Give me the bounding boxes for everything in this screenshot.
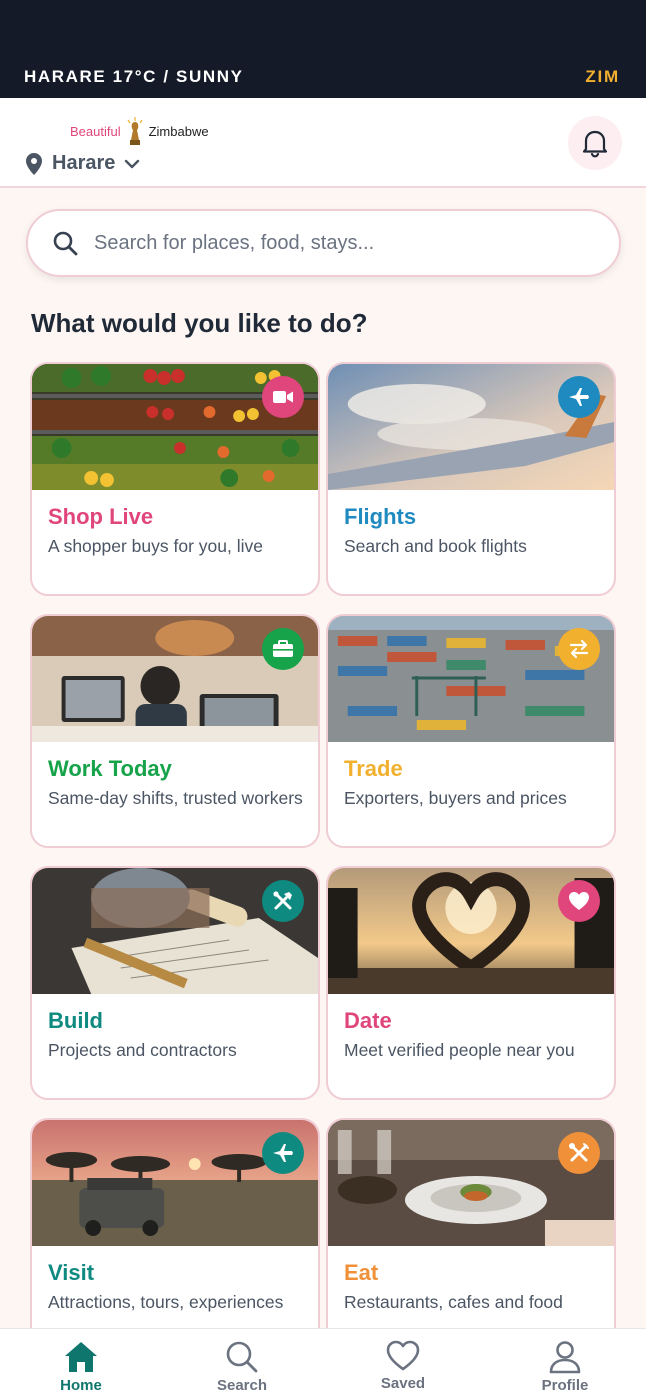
brand-logo: Beautiful Zimbabwe [70, 112, 209, 150]
card-date[interactable]: Date Meet verified people near you [326, 866, 616, 1100]
exchange-icon [569, 639, 589, 659]
card-description: Same-day shifts, trusted workers [48, 788, 303, 808]
card-title: Eat [344, 1260, 379, 1285]
card-description: Projects and contractors [48, 1040, 237, 1060]
card-title: Flights [344, 504, 417, 529]
card-description: A shopper buys for you, live [48, 536, 263, 556]
search-input[interactable]: Search for places, food, stays... [94, 232, 374, 255]
tools-icon [273, 891, 292, 910]
category-grid: Shop Live A shopper buys for you, live F… [30, 362, 616, 1328]
card-description: Exporters, buyers and prices [344, 788, 567, 808]
utensils-badge [558, 1132, 600, 1174]
card-title: Trade [344, 756, 403, 781]
location-selector[interactable]: Harare [26, 152, 140, 175]
search-bar[interactable]: Search for places, food, stays... [26, 209, 621, 277]
heart-outline-icon [386, 1340, 420, 1371]
status-bar: HARARE 17°C / SUNNY ZIM [0, 0, 646, 98]
heart-badge [558, 880, 600, 922]
card-eat[interactable]: Eat Restaurants, cafes and food [326, 1118, 616, 1328]
bottom-nav: Home Search Saved Profile [0, 1328, 646, 1400]
tools-badge [262, 880, 304, 922]
card-trade[interactable]: Trade Exporters, buyers and prices [326, 614, 616, 848]
nav-profile[interactable]: Profile [505, 1329, 625, 1400]
user-icon [549, 1341, 581, 1374]
nav-label: Profile [541, 1377, 589, 1394]
card-title: Date [344, 1008, 392, 1033]
location-pin-icon [26, 152, 42, 175]
home-icon [65, 1342, 97, 1372]
card-shop-live[interactable]: Shop Live A shopper buys for you, live [30, 362, 320, 596]
weather-status: HARARE 17°C / SUNNY [24, 67, 244, 86]
card-title: Build [48, 1008, 103, 1033]
nav-saved[interactable]: Saved [343, 1329, 463, 1400]
nav-label: Search [216, 1377, 268, 1394]
card-description: Restaurants, cafes and food [344, 1292, 563, 1312]
country-code: ZIM [585, 67, 620, 86]
location-label: Harare [52, 152, 116, 174]
card-description: Meet verified people near you [344, 1040, 575, 1060]
notifications-button[interactable] [568, 116, 622, 170]
section-title: What would you like to do? [31, 308, 368, 338]
plane-badge [262, 1132, 304, 1174]
plane-badge [558, 376, 600, 418]
bell-icon [582, 130, 608, 158]
card-work-today[interactable]: Work Today Same-day shifts, trusted work… [30, 614, 320, 848]
card-description: Attractions, tours, experiences [48, 1292, 284, 1312]
search-icon [53, 231, 78, 256]
nav-search[interactable]: Search [182, 1329, 302, 1400]
card-build[interactable]: Build Projects and contractors [30, 866, 320, 1100]
heart-icon [569, 892, 589, 910]
card-title: Visit [48, 1260, 95, 1285]
nav-label: Saved [380, 1375, 426, 1392]
nav-home[interactable]: Home [21, 1329, 141, 1400]
zimbabwe-bird-icon [127, 117, 143, 145]
utensils-icon [569, 1143, 589, 1162]
chevron-down-icon [125, 159, 140, 168]
card-visit[interactable]: Visit Attractions, tours, experiences [30, 1118, 320, 1328]
plane-icon [273, 1144, 293, 1162]
video-badge [262, 376, 304, 418]
nav-label: Home [60, 1377, 102, 1394]
plane-icon [569, 388, 589, 406]
card-description: Search and book flights [344, 536, 527, 556]
briefcase-badge [262, 628, 304, 670]
exchange-badge [558, 628, 600, 670]
video-icon [273, 391, 293, 403]
card-flights[interactable]: Flights Search and book flights [326, 362, 616, 596]
card-title: Work Today [48, 756, 172, 781]
card-title: Shop Live [48, 504, 154, 529]
search-icon [226, 1341, 258, 1373]
briefcase-icon [273, 640, 293, 657]
